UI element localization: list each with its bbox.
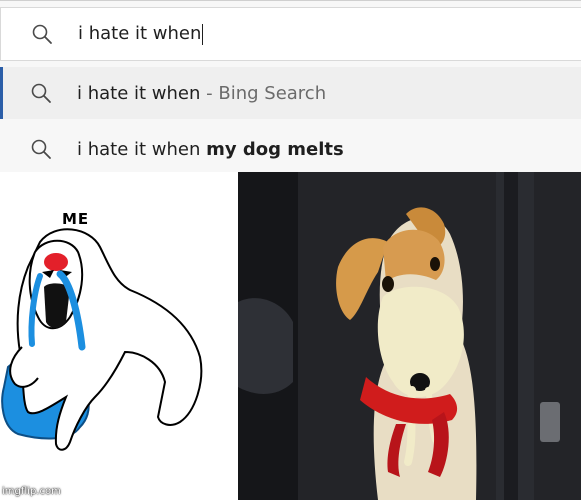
crying-character-drawing: ME imgflip.com	[0, 172, 238, 500]
suggestion-source: - Bing Search	[200, 82, 327, 104]
search-icon	[29, 21, 55, 47]
search-input-row[interactable]: i hate it when	[0, 7, 581, 61]
imgflip-watermark: imgflip.com	[2, 486, 61, 497]
search-input[interactable]: i hate it when	[78, 23, 204, 45]
suggestion-my-dog-melts[interactable]: i hate it when my dog melts	[0, 123, 581, 175]
text-caret	[202, 23, 204, 45]
suggestion-completion: my dog melts	[206, 138, 344, 160]
melting-dog-photo	[238, 172, 581, 500]
suggestion-query: i hate it when	[77, 82, 201, 104]
suggestion-bing-search[interactable]: i hate it when - Bing Search	[0, 67, 581, 119]
me-label: ME	[62, 210, 90, 228]
search-icon	[28, 80, 54, 106]
search-suggestions-panel: i hate it when i hate it when - Bing Sea…	[0, 0, 581, 173]
search-icon	[28, 136, 54, 162]
suggestion-prefix: i hate it when	[77, 138, 207, 160]
